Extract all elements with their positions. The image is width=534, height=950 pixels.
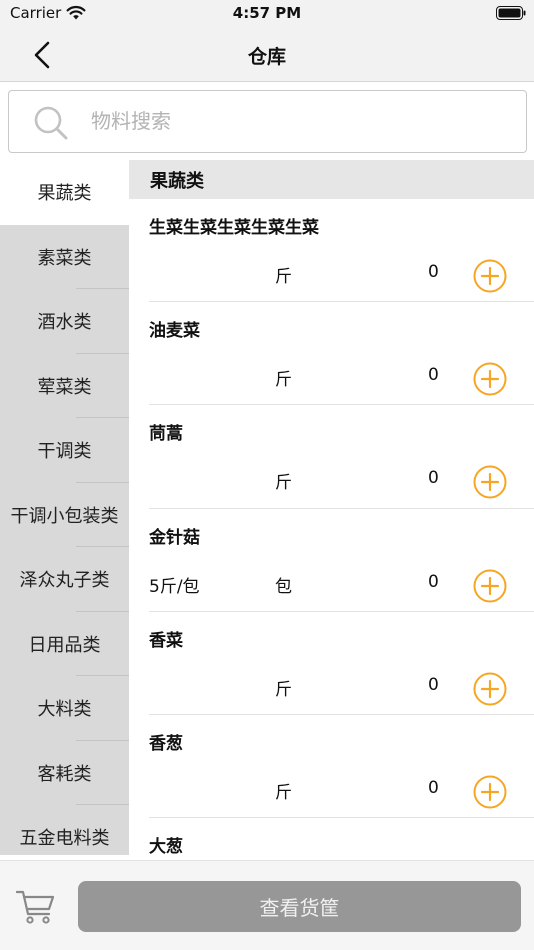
product-name: 香菜 — [149, 630, 183, 651]
search-input[interactable] — [91, 101, 491, 141]
product-name: 香葱 — [149, 733, 183, 754]
search-box[interactable] — [8, 90, 527, 153]
sidebar-item-dry-seasoning-small[interactable]: 干调小包装类 — [0, 483, 129, 548]
product-name: 茼蒿 — [149, 424, 183, 445]
bottom-bar: 查看货筐 — [0, 860, 534, 950]
sidebar-item-drinks[interactable]: 酒水类 — [0, 289, 129, 354]
sidebar-item-dry-seasoning[interactable]: 干调类 — [0, 418, 129, 483]
sidebar-item-label: 日用品类 — [28, 634, 101, 656]
cart-icon[interactable] — [16, 889, 56, 925]
sidebar-item-daily-goods[interactable]: 日用品类 — [0, 612, 129, 677]
sidebar-item-fruit-veg[interactable]: 果蔬类 — [0, 160, 129, 225]
add-circle-icon[interactable] — [473, 259, 507, 293]
status-time: 4:57 PM — [232, 4, 302, 22]
product-unit: 斤 — [275, 267, 292, 287]
product-unit: 斤 — [275, 782, 292, 803]
add-circle-icon[interactable] — [473, 569, 507, 603]
product-name: 金针菇 — [149, 527, 200, 548]
product-quantity: 0 — [428, 262, 439, 282]
sidebar-item-label: 五金电料类 — [19, 828, 110, 850]
add-circle-icon[interactable] — [473, 672, 507, 706]
product-list: 果蔬类 生菜生菜生菜生菜生菜 斤 0 油麦菜 斤 0 茼蒿 斤 0 金针菇 5斤… — [129, 160, 534, 855]
add-circle-icon[interactable] — [473, 775, 507, 809]
search-icon — [34, 106, 68, 140]
list-item: 茼蒿 斤 0 — [149, 405, 534, 509]
sidebar-item-label: 干调类 — [37, 441, 92, 463]
product-quantity: 0 — [428, 777, 439, 798]
section-header: 果蔬类 — [129, 160, 534, 199]
product-unit: 斤 — [275, 473, 292, 494]
sidebar-item-label: 大料类 — [37, 699, 92, 721]
product-spec: 5斤/包 — [149, 576, 200, 597]
sidebar-item-label: 果蔬类 — [37, 183, 92, 205]
page-title: 仓库 — [247, 46, 286, 68]
view-basket-button[interactable]: 查看货筐 — [78, 881, 521, 932]
sidebar-item-spices[interactable]: 大料类 — [0, 676, 129, 741]
product-quantity: 0 — [428, 365, 439, 386]
navigation-bar: 仓库 — [0, 28, 534, 82]
product-unit: 包 — [275, 576, 292, 597]
list-item: 生菜生菜生菜生菜生菜 斤 0 — [149, 199, 534, 303]
product-name: 油麦菜 — [149, 321, 200, 342]
sidebar-item-meat[interactable]: 荤菜类 — [0, 354, 129, 419]
add-circle-icon[interactable] — [473, 362, 507, 396]
sidebar-item-label: 干调小包装类 — [10, 505, 119, 527]
status-bar: Carrier 4:57 PM — [0, 0, 534, 28]
sidebar-item-label: 客耗类 — [37, 763, 92, 785]
list-item: 金针菇 5斤/包 包 0 — [149, 509, 534, 612]
product-unit: 斤 — [275, 370, 292, 391]
product-unit: 斤 — [275, 679, 292, 700]
list-item: 香葱 斤 0 — [149, 715, 534, 819]
list-item: 油麦菜 斤 0 — [149, 302, 534, 406]
sidebar-item-consumables[interactable]: 客耗类 — [0, 741, 129, 806]
product-quantity: 0 — [428, 571, 439, 592]
add-circle-icon[interactable] — [473, 465, 507, 499]
product-quantity: 0 — [428, 468, 439, 489]
sidebar-item-label: 泽众丸子类 — [19, 570, 110, 592]
sidebar-item-label: 荤菜类 — [37, 376, 92, 398]
battery-icon — [496, 6, 526, 20]
sidebar-item-label: 素菜类 — [37, 247, 92, 269]
product-quantity: 0 — [428, 674, 439, 695]
sidebar-item-label: 酒水类 — [37, 312, 92, 334]
product-name: 生菜生菜生菜生菜生菜 — [149, 218, 319, 238]
list-item: 大葱 — [149, 818, 534, 855]
list-item: 香菜 斤 0 — [149, 612, 534, 715]
sidebar-item-meatballs[interactable]: 泽众丸子类 — [0, 547, 129, 612]
sidebar-item-plain-veg[interactable]: 素菜类 — [0, 225, 129, 290]
category-sidebar: 果蔬类 素菜类 酒水类 荤菜类 干调类 干调小包装类 泽众丸子类 日用品类 大料… — [0, 160, 129, 855]
product-name: 大葱 — [149, 837, 183, 855]
sidebar-item-hardware[interactable]: 五金电料类 — [0, 805, 129, 855]
